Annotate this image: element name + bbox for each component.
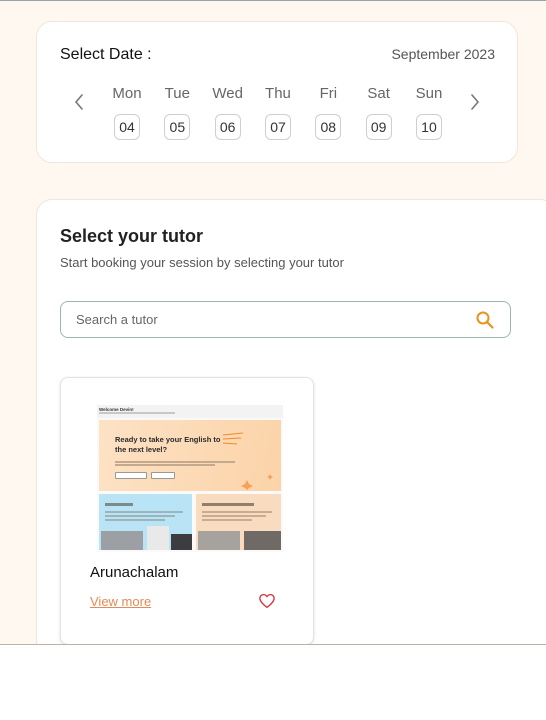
chevron-left-icon (75, 94, 83, 110)
day-name: Sat (367, 85, 390, 102)
thumbnail-tile-line (202, 519, 252, 521)
thumbnail-hero-text-line (115, 461, 235, 463)
thumbnail-cta-button (115, 472, 147, 479)
search-icon[interactable] (475, 310, 495, 330)
day-date[interactable]: 10 (415, 114, 442, 140)
thumbnail-secondary-button (151, 472, 175, 479)
date-picker-card: Select Date : September 2023 Mon 04 Tue … (36, 21, 518, 163)
heart-outline-icon[interactable] (258, 592, 276, 610)
sparkle-icon (241, 474, 273, 490)
tutor-card[interactable]: Welcome Devin! Ready to take your Englis… (60, 377, 314, 644)
thumbnail-tile-title (202, 503, 254, 506)
thumbnail-tile-line (105, 519, 165, 521)
thumbnail-hero-text-line (115, 464, 215, 466)
day-name: Thu (265, 85, 291, 102)
thumbnail-hero-title: Ready to take your English to the next l… (115, 435, 221, 454)
decorative-lines-icon (222, 432, 244, 445)
day-name: Sun (415, 85, 443, 102)
section-title: Select your tutor (60, 226, 204, 246)
day-name: Mon (112, 85, 142, 102)
day-thu[interactable]: Thu 07 (256, 84, 300, 144)
tutor-thumbnail: Welcome Devin! Ready to take your Englis… (97, 405, 283, 552)
previous-week-button[interactable] (71, 92, 87, 112)
thumbnail-photo (171, 534, 192, 550)
chevron-right-icon (471, 94, 479, 110)
tutor-selection-panel: Select your tutor Start booking your ses… (36, 199, 546, 644)
day-wed[interactable]: Wed 06 (206, 84, 250, 144)
thumbnail-tile-sessions (99, 494, 192, 550)
current-month-label: September 2023 (391, 46, 495, 62)
day-fri[interactable]: Fri 08 (306, 84, 350, 144)
day-sun[interactable]: Sun 10 (407, 84, 451, 144)
app-background: Select Date : September 2023 Mon 04 Tue … (0, 0, 546, 645)
thumbnail-tile-title (105, 503, 133, 506)
day-date[interactable]: 06 (214, 114, 241, 140)
thumbnail-photo (147, 526, 169, 550)
thumbnail-photo (101, 531, 143, 550)
thumbnail-photo (244, 531, 281, 550)
day-date[interactable]: 08 (315, 114, 342, 140)
thumbnail-tile-line (202, 515, 266, 517)
tutor-name: Arunachalam (90, 564, 179, 581)
day-name: Tue (164, 85, 190, 102)
thumbnail-tile-line (105, 511, 183, 513)
section-subtitle: Start booking your session by selecting … (60, 255, 344, 270)
search-input[interactable] (61, 302, 461, 337)
day-name: Fri (319, 85, 338, 102)
day-date[interactable]: 09 (365, 114, 392, 140)
thumbnail-hero-banner: Ready to take your English to the next l… (99, 420, 281, 491)
day-date[interactable]: 07 (264, 114, 291, 140)
thumbnail-tile-classes (196, 494, 281, 550)
day-date[interactable]: 05 (164, 114, 191, 140)
day-date[interactable]: 04 (114, 114, 140, 140)
week-days-row: Mon 04 Tue 05 Wed 06 Thu 07 Fri 08 Sat 0… (105, 84, 451, 144)
thumbnail-photo (198, 531, 240, 550)
day-sat[interactable]: Sat 09 (357, 84, 401, 144)
next-week-button[interactable] (467, 92, 483, 112)
view-more-link[interactable]: View more (90, 594, 151, 609)
day-mon[interactable]: Mon 04 (105, 84, 149, 144)
day-tue[interactable]: Tue 05 (155, 84, 199, 144)
thumbnail-welcome-line (99, 412, 175, 414)
thumbnail-tile-line (105, 515, 175, 517)
date-picker-title: Select Date : (60, 46, 152, 63)
day-name: Wed (212, 85, 243, 102)
thumbnail-tile-line (202, 511, 272, 513)
search-bar (60, 301, 511, 338)
